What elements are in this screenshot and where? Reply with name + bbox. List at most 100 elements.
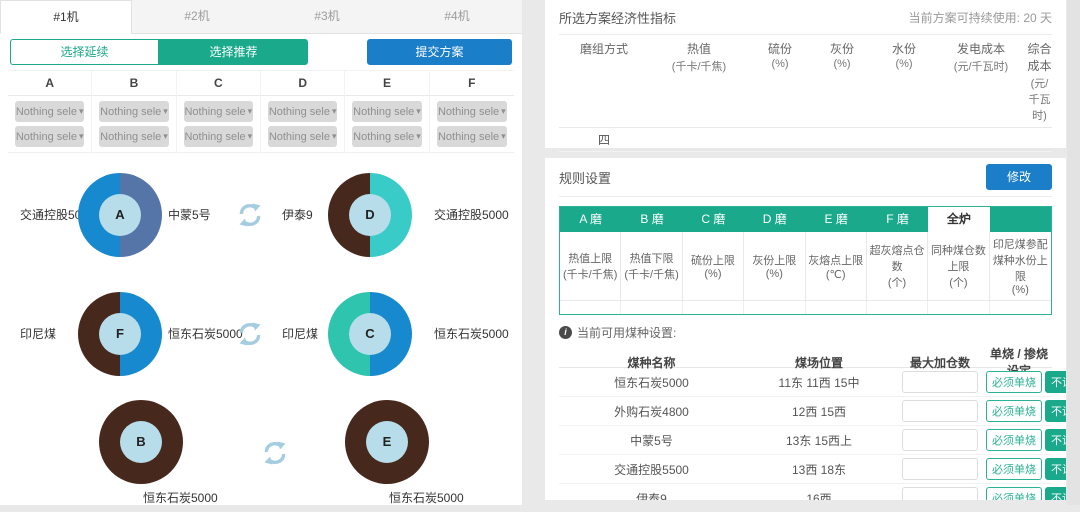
rules-tab-D磨[interactable]: D 磨 [744, 207, 805, 232]
donut-row-3: B恒东石炭5000E恒东石炭5000 [0, 393, 522, 512]
coal-select-dropdown-D-1[interactable]: Nothing sele▾ [268, 101, 337, 122]
burn-mode-不设置[interactable]: 不设置 [1045, 429, 1066, 451]
rules-tab-F磨[interactable]: F 磨 [867, 207, 928, 232]
rules-limit-title: 超灰熔点仓数 [869, 242, 925, 274]
economics-col-unit: (元/千瓦时) [935, 58, 1027, 74]
economics-title-row: 所选方案经济性指标 当前方案可持续使用: 20 天 [559, 0, 1052, 35]
rules-limit-header-cell: 热值下限(千卡/千焦) [621, 232, 682, 301]
right-panel: 所选方案经济性指标 当前方案可持续使用: 20 天 磨组方式热值(千卡/千焦)硫… [545, 0, 1066, 505]
burn-mode-必须单烧[interactable]: 必须单烧 [986, 400, 1042, 422]
coal-name: 中蒙5号 [559, 432, 744, 449]
max-bunker-input[interactable] [902, 371, 978, 393]
chevron-down-icon: ▾ [248, 106, 253, 117]
rules-tab-B磨[interactable]: B 磨 [621, 207, 682, 232]
coal-table-header: 煤种名称煤场位置最大加仓数单烧 / 掺烧设定 [559, 345, 1052, 368]
coal-select-dropdown-F-1[interactable]: Nothing sele▾ [437, 101, 507, 122]
submit-plan-button[interactable]: 提交方案 [367, 39, 512, 65]
refresh-swap-button[interactable] [228, 321, 272, 347]
mill-selection-table: ABCDEF Nothing sele▾Nothing sele▾Nothing… [8, 70, 514, 153]
burn-mode-button-group: 必须单烧不设置必须掺烧 [986, 458, 1066, 480]
dropdown-placeholder: Nothing sele [438, 131, 499, 143]
edit-rules-button[interactable]: 修改 [986, 164, 1052, 190]
economics-row-四: 四 [559, 128, 1052, 152]
select-continue-button[interactable]: 选择延续 [10, 39, 159, 65]
mill-cell-E: Nothing sele▾ Nothing sele▾ [345, 96, 429, 153]
burn-mode-必须单烧[interactable]: 必须单烧 [986, 371, 1042, 393]
rules-tab-A磨[interactable]: A 磨 [560, 207, 621, 232]
rules-limit-header-cell: 灰熔点上限(℃) [806, 232, 867, 301]
donut-letter-B: B [120, 421, 162, 463]
coal-location: 12西 15西 [744, 403, 894, 420]
economics-col-header: 水份(%) [873, 40, 935, 123]
rules-limit-empty-cell [990, 301, 1051, 314]
rules-limit-header-cell: 同种煤仓数上限(个) [928, 232, 989, 301]
tab-unit-3机[interactable]: #3机 [262, 0, 392, 33]
coal-select-dropdown-C-1[interactable]: Nothing sele▾ [184, 101, 253, 122]
rules-tab-全炉[interactable]: 全炉 [928, 207, 989, 232]
mill-mode-value: 四 [559, 131, 649, 148]
coal-input-cell [894, 487, 986, 500]
economics-title: 所选方案经济性指标 [559, 8, 676, 27]
refresh-swap-button[interactable] [253, 440, 297, 466]
plan-duration-value: 20 天 [1023, 11, 1052, 25]
rules-limit-empty-cell [744, 301, 805, 314]
coal-name: 恒东石炭5000 [559, 374, 744, 391]
chevron-down-icon: ▾ [332, 131, 337, 142]
economics-col-header: 硫份(%) [749, 40, 811, 123]
rules-card: 规则设置 修改 A 磨B 磨C 磨D 磨E 磨F 磨全炉 热值上限(千卡/千焦)… [545, 158, 1066, 500]
coal-select-dropdown-E-2[interactable]: Nothing sele▾ [352, 126, 421, 147]
coal-select-dropdown-E-1[interactable]: Nothing sele▾ [352, 101, 421, 122]
coal-select-dropdown-C-2[interactable]: Nothing sele▾ [184, 126, 253, 147]
tab-unit-2机[interactable]: #2机 [132, 0, 262, 33]
economics-col-header: 发电成本(元/千瓦时) [935, 40, 1027, 123]
coal-select-dropdown-B-2[interactable]: Nothing sele▾ [99, 126, 168, 147]
economics-card: 所选方案经济性指标 当前方案可持续使用: 20 天 磨组方式热值(千卡/千焦)硫… [545, 0, 1066, 148]
burn-mode-不设置[interactable]: 不设置 [1045, 458, 1066, 480]
refresh-swap-button[interactable] [228, 202, 272, 228]
blend-donut-F: F [78, 292, 162, 376]
rules-title-row: 规则设置 修改 [559, 158, 1052, 197]
max-bunker-input[interactable] [902, 429, 978, 451]
burn-mode-button-group: 必须单烧不设置必须掺烧 [986, 400, 1066, 422]
rules-limit-empty-cell [621, 301, 682, 314]
burn-mode-必须单烧[interactable]: 必须单烧 [986, 458, 1042, 480]
donut-right-label: 中蒙5号 [162, 206, 228, 223]
tab-unit-1机[interactable]: #1机 [0, 0, 132, 34]
select-recommend-button[interactable]: 选择推荐 [159, 39, 308, 65]
coal-select-dropdown-A-1[interactable]: Nothing sele▾ [15, 101, 84, 122]
coal-location: 16西 [744, 490, 894, 501]
chevron-down-icon: ▾ [163, 131, 168, 142]
burn-mode-不设置[interactable]: 不设置 [1045, 400, 1066, 422]
coal-select-dropdown-A-2[interactable]: Nothing sele▾ [15, 126, 84, 147]
economics-col-header: 磨组方式 [559, 40, 649, 123]
tab-unit-4机[interactable]: #4机 [392, 0, 522, 33]
rules-tab-blank [990, 207, 1051, 232]
mill-table-header: ABCDEF [8, 70, 514, 96]
rules-limit-header-cell: 硫份上限(%) [683, 232, 744, 301]
coal-input-cell [894, 371, 986, 393]
rules-limit-empty-cell [683, 301, 744, 314]
mill-cell-B: Nothing sele▾ Nothing sele▾ [92, 96, 176, 153]
blend-donut-A: A [78, 173, 162, 257]
burn-mode-必须单烧[interactable]: 必须单烧 [986, 487, 1042, 500]
donut-row-2: 印尼煤F恒东石炭5000印尼煤C恒东石炭5000 [0, 274, 522, 393]
coal-select-dropdown-F-2[interactable]: Nothing sele▾ [437, 126, 507, 147]
burn-mode-不设置[interactable]: 不设置 [1045, 487, 1066, 500]
rules-limit-header-cell: 超灰熔点仓数(个) [867, 232, 928, 301]
max-bunker-input[interactable] [902, 487, 978, 500]
dropdown-placeholder: Nothing sele [184, 106, 245, 118]
burn-mode-不设置[interactable]: 不设置 [1045, 371, 1066, 393]
scrollbar[interactable] [1067, 0, 1080, 505]
coal-select-dropdown-D-2[interactable]: Nothing sele▾ [268, 126, 337, 147]
rules-limit-title: 灰份上限 [746, 252, 802, 268]
max-bunker-input[interactable] [902, 400, 978, 422]
rules-tab-E磨[interactable]: E 磨 [806, 207, 867, 232]
rules-tab-C磨[interactable]: C 磨 [683, 207, 744, 232]
rules-limit-empty-cell [806, 301, 867, 314]
economics-table-header: 磨组方式热值(千卡/千焦)硫份(%)灰份(%)水份(%)发电成本(元/千瓦时)综… [559, 35, 1052, 128]
coal-select-dropdown-B-1[interactable]: Nothing sele▾ [99, 101, 168, 122]
economics-col-title: 硫份 [749, 40, 811, 57]
action-bar: 选择延续 选择推荐 提交方案 [0, 34, 522, 70]
burn-mode-必须单烧[interactable]: 必须单烧 [986, 429, 1042, 451]
max-bunker-input[interactable] [902, 458, 978, 480]
